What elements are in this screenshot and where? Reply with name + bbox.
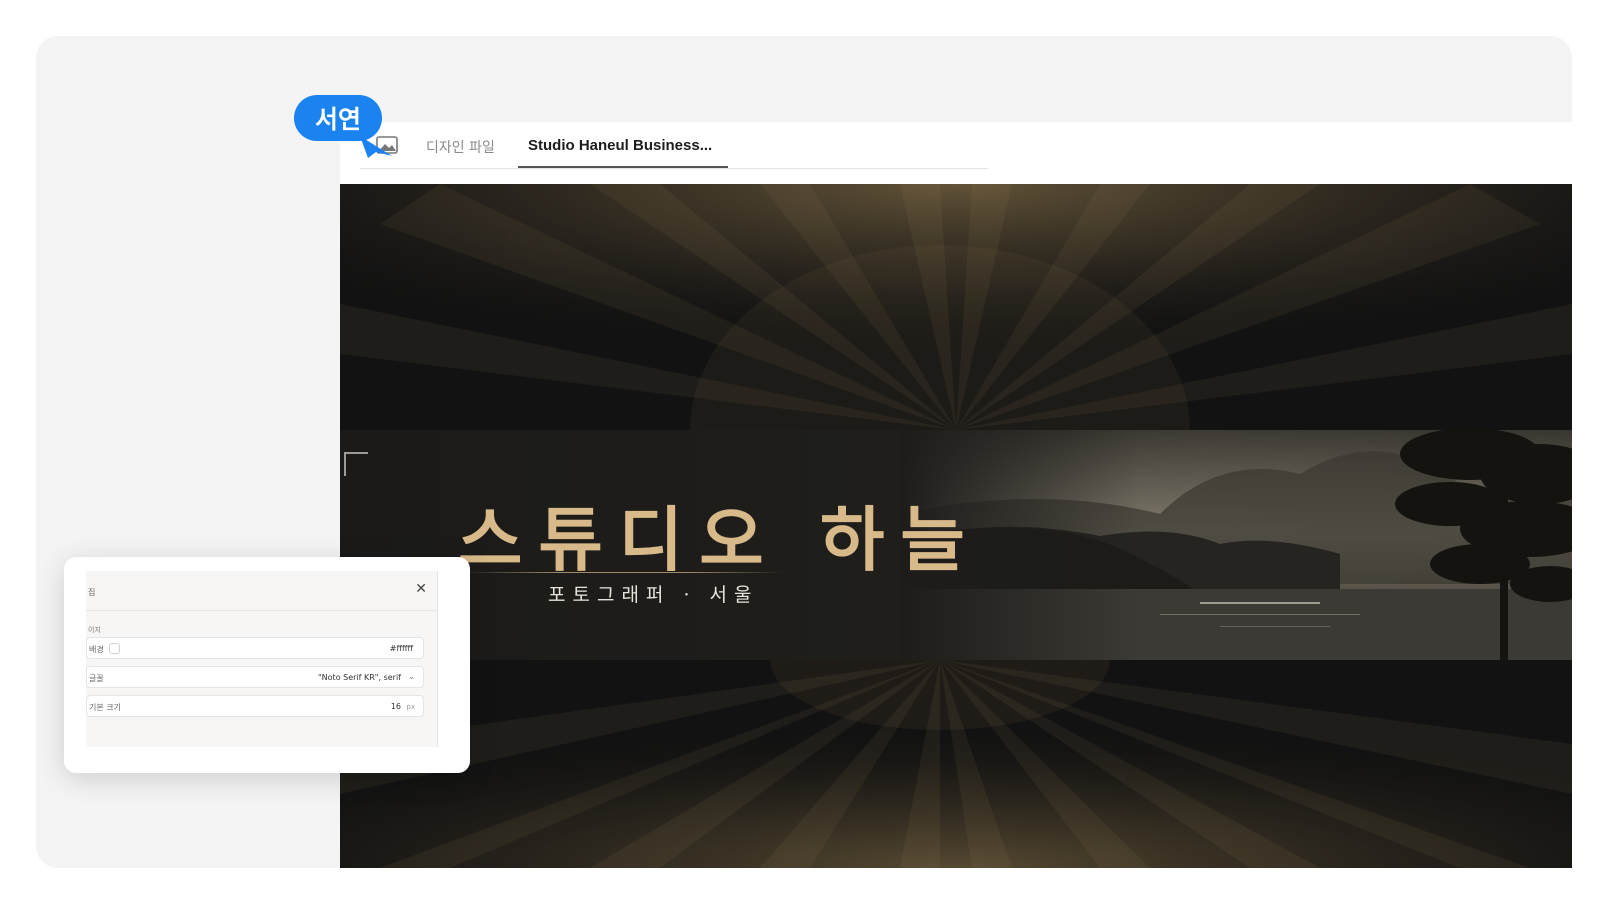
- tab-design-files[interactable]: 디자인 파일: [426, 137, 495, 157]
- properties-panel-body: 집 ✕ 이지 배경 #ffffff 글꼴 "Noto Serif KR", se…: [86, 571, 438, 747]
- section-label-page: 이지: [88, 626, 101, 634]
- font-family-select[interactable]: 글꼴 "Noto Serif KR", serif ⌄: [86, 666, 424, 688]
- app-window: 디자인 파일 Studio Haneul Business... 스튜디오 하늘…: [340, 122, 1572, 868]
- tab-bar: 디자인 파일 Studio Haneul Business...: [340, 122, 1572, 184]
- base-size-label: 기본 크기: [89, 703, 121, 712]
- tab-studio-haneul[interactable]: Studio Haneul Business...: [528, 137, 712, 154]
- base-size-unit: px: [406, 703, 415, 711]
- font-label: 글꼴: [89, 674, 104, 683]
- color-swatch[interactable]: [109, 643, 120, 654]
- base-size-field[interactable]: 기본 크기 16 px: [86, 695, 424, 717]
- background-value[interactable]: #ffffff: [390, 644, 413, 653]
- properties-panel: 집 ✕ 이지 배경 #ffffff 글꼴 "Noto Serif KR", se…: [64, 557, 470, 773]
- banner-subtitle[interactable]: 포토그래퍼 · 서울: [548, 580, 758, 607]
- title-divider: [464, 572, 784, 573]
- background-color-field[interactable]: 배경 #ffffff: [86, 637, 424, 659]
- font-value[interactable]: "Noto Serif KR", serif: [318, 673, 401, 682]
- properties-panel-header: 집 ✕: [86, 571, 437, 611]
- close-icon[interactable]: ✕: [415, 581, 427, 597]
- base-size-value[interactable]: 16: [391, 702, 401, 711]
- cursor-arrow-icon: [360, 136, 392, 158]
- panel-title: 집: [88, 588, 96, 597]
- selection-corner-marker[interactable]: [344, 452, 368, 476]
- tab-bar-divider: [360, 168, 988, 169]
- chevron-down-icon[interactable]: ⌄: [408, 672, 415, 681]
- design-canvas[interactable]: 스튜디오 하늘 포토그래퍼 · 서울: [340, 184, 1572, 868]
- background-label: 배경: [89, 645, 104, 654]
- active-tab-indicator: [518, 166, 728, 168]
- banner-title[interactable]: 스튜디오 하늘: [458, 484, 981, 585]
